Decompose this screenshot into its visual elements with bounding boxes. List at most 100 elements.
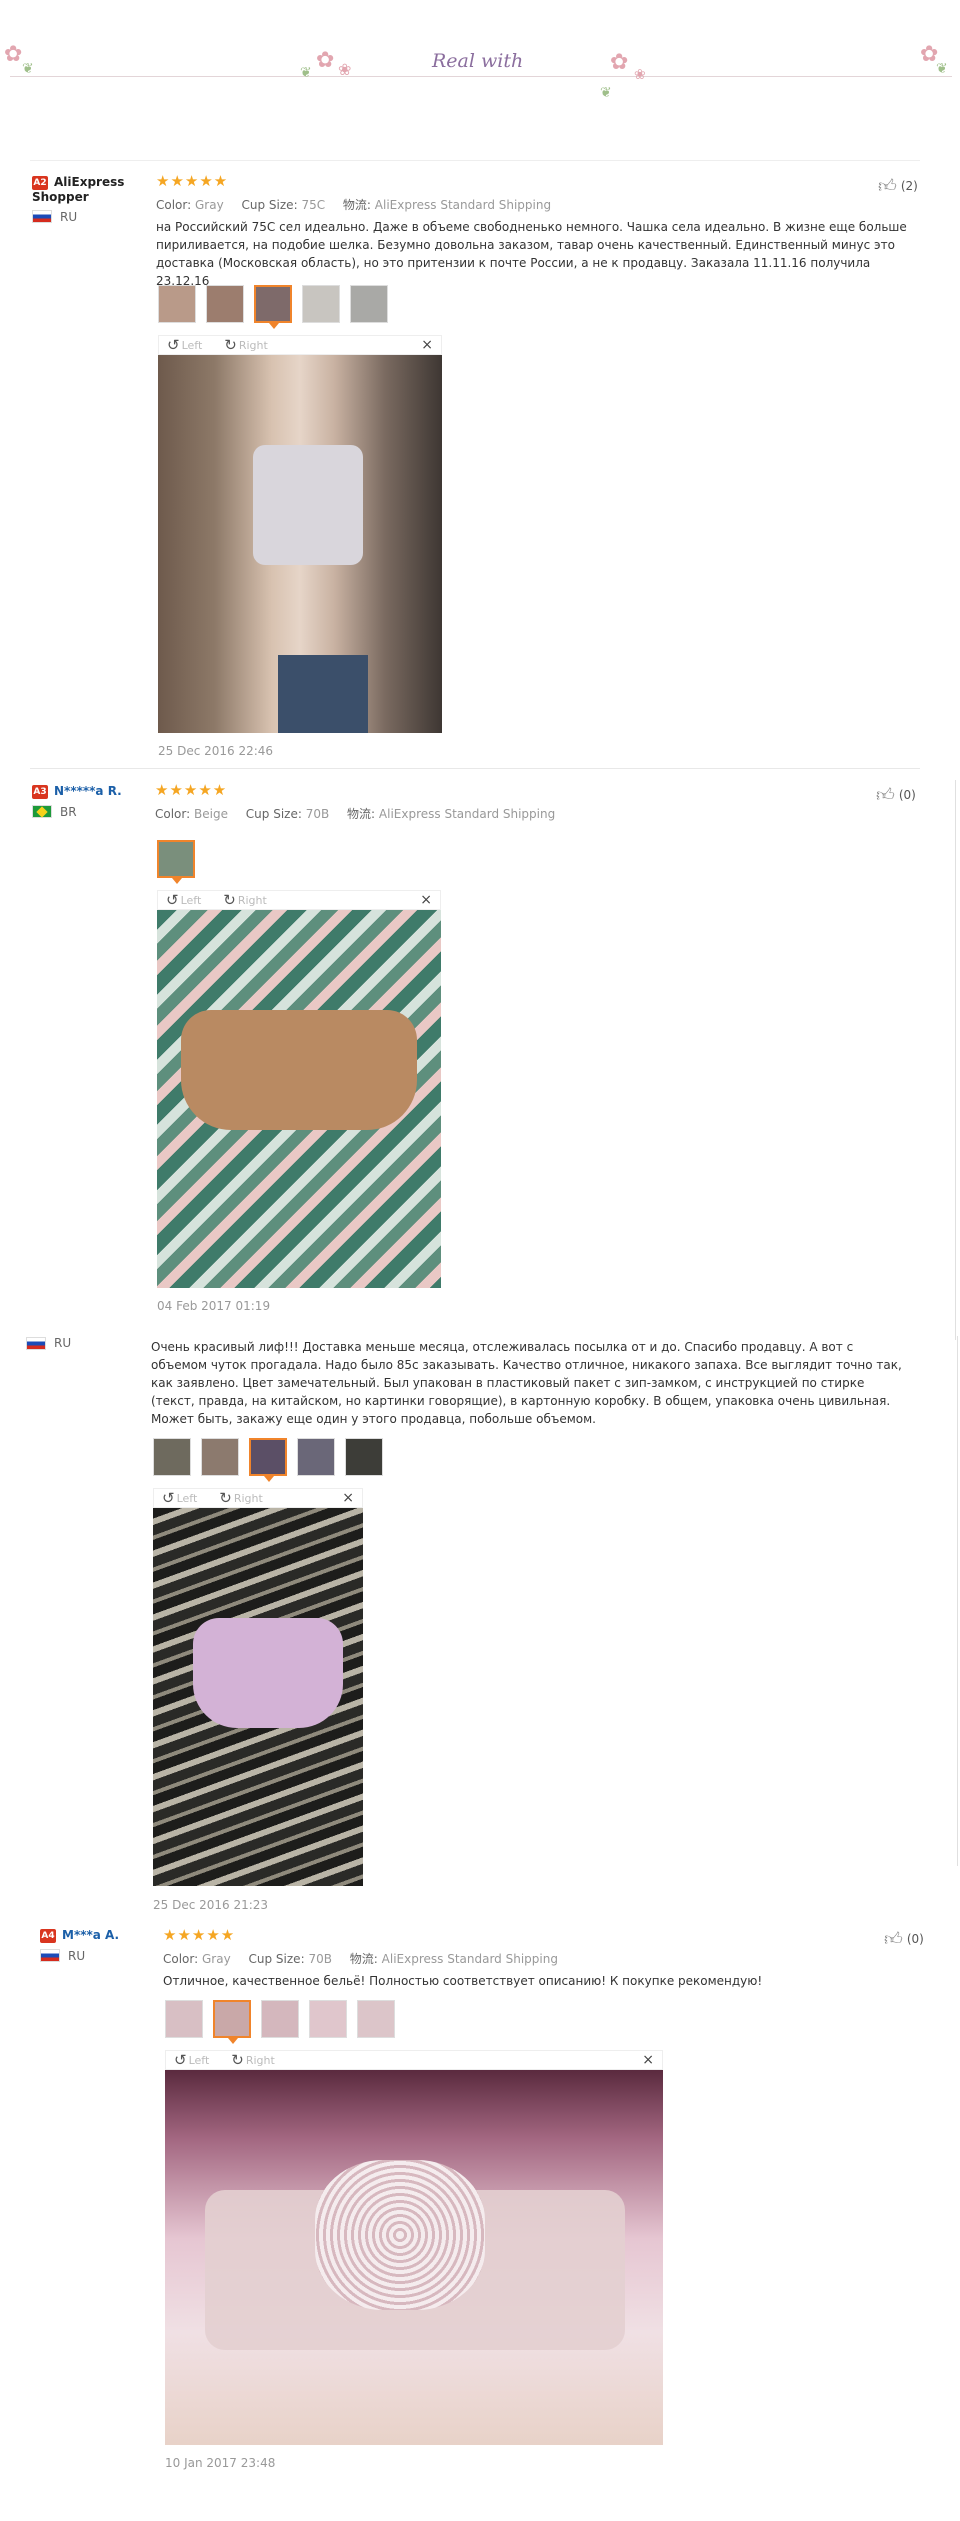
color-value: Beige (194, 807, 228, 821)
review-thumbnail[interactable] (302, 285, 340, 323)
image-viewer-toolbar: ↺ Left ↻ Right × (165, 2050, 663, 2070)
shipping-value: AliExpress Standard Shipping (381, 1952, 558, 1966)
leaf-decoration-icon: ❦ (600, 85, 612, 101)
thumbs-up-icon: 👍︎ (878, 176, 897, 197)
review-text: на Российский 75С сел идеально. Даже в о… (156, 220, 907, 288)
rotate-left-label[interactable]: Left (189, 2054, 210, 2067)
order-attributes: Color: Gray Cup Size: 75C 物流: AliExpress… (156, 196, 551, 213)
review-thumbnails (158, 285, 388, 329)
review-thumbnail-selected[interactable] (249, 1438, 287, 1482)
divider (30, 768, 920, 769)
close-icon[interactable]: × (421, 337, 433, 353)
cup-label: Cup Size: (248, 1952, 305, 1966)
reviewer-country: RU (68, 1948, 86, 1963)
like-count: (0) (898, 788, 916, 802)
shipping-value: AliExpress Standard Shipping (378, 807, 556, 821)
order-attributes: Color: Beige Cup Size: 70B 物流: AliExpres… (155, 805, 555, 822)
review-thumbnail[interactable] (153, 1438, 191, 1476)
close-icon[interactable]: × (642, 2052, 654, 2068)
star-rating: ★★★★★ (163, 1926, 236, 1944)
rotate-right-label[interactable]: Right (239, 339, 268, 352)
rotate-right-icon[interactable]: ↻ (231, 2051, 244, 2069)
leaf-decoration-icon: ❦ (22, 61, 34, 77)
color-label: Color: (156, 198, 192, 212)
rotate-right-icon[interactable]: ↻ (224, 336, 237, 354)
thumbs-up-icon: 👍︎ (884, 1929, 903, 1950)
reviewer-country: RU (54, 1336, 72, 1350)
cup-value: 70B (308, 1952, 332, 1966)
store-logo: Real with (432, 50, 524, 72)
rotate-right-icon[interactable]: ↻ (223, 891, 236, 909)
review-date: 10 Jan 2017 23:48 (165, 2456, 276, 2470)
flower-decoration-icon: ✿ (610, 50, 629, 75)
rotate-right-label[interactable]: Right (234, 1492, 263, 1505)
image-viewer-toolbar: ↺ Left ↻ Right × (158, 335, 442, 355)
like-button[interactable]: 👍︎ (0) (884, 1928, 924, 1950)
rotate-left-label[interactable]: Left (182, 339, 203, 352)
flag-ru-icon (40, 1949, 60, 1962)
reviewer-info: RU (26, 1336, 136, 1350)
rotate-left-icon[interactable]: ↺ (162, 1489, 175, 1507)
rotate-right-label[interactable]: Right (238, 894, 267, 907)
flag-ru-icon (32, 210, 52, 223)
user-level-badge: A3 (32, 784, 48, 799)
like-count: (0) (906, 1932, 924, 1946)
close-icon[interactable]: × (342, 1490, 354, 1506)
photo-jeans (278, 655, 368, 733)
review-thumbnail-selected[interactable] (213, 2000, 251, 2044)
user-level-badge: A2 (32, 175, 48, 190)
shipping-label: 物流: (349, 1952, 378, 1966)
flower-decoration-icon: ❀ (634, 67, 646, 83)
review-thumbnail[interactable] (158, 285, 196, 323)
rotate-right-label[interactable]: Right (246, 2054, 275, 2067)
reviewer-info: A2 AliExpress Shopper RU (32, 175, 142, 224)
review-thumbnail[interactable] (201, 1438, 239, 1476)
reviewer-name[interactable]: M***a A. (62, 1928, 119, 1942)
rotate-left-label[interactable]: Left (181, 894, 202, 907)
cup-value: 70B (305, 807, 330, 821)
review-thumbnail[interactable] (350, 285, 388, 323)
right-border (955, 780, 956, 1340)
close-icon[interactable]: × (420, 892, 432, 908)
photo-garment (193, 1618, 343, 1728)
rotate-right-icon[interactable]: ↻ (219, 1489, 232, 1507)
review-thumbnail[interactable] (261, 2000, 299, 2038)
image-viewer-toolbar: ↺ Left ↻ Right × (157, 890, 441, 910)
review-thumbnail[interactable] (206, 285, 244, 323)
rotate-left-icon[interactable]: ↺ (167, 336, 180, 354)
shipping-label: 物流: (347, 807, 376, 821)
review-thumbnail-selected[interactable] (157, 840, 195, 884)
photo-garment (181, 1010, 417, 1130)
review-thumbnail[interactable] (357, 2000, 395, 2038)
review-date: 25 Dec 2016 22:46 (158, 744, 274, 758)
star-rating: ★★★★★ (155, 781, 228, 799)
rotate-left-label[interactable]: Left (177, 1492, 198, 1505)
like-button[interactable]: 👍︎ (2) (878, 175, 918, 197)
reviewer-country: RU (60, 209, 78, 224)
review-thumbnail[interactable] (309, 2000, 347, 2038)
cup-label: Cup Size: (241, 198, 298, 212)
order-attributes: Color: Gray Cup Size: 70B 物流: AliExpress… (163, 1950, 558, 1967)
cup-value: 75C (301, 198, 326, 212)
reviewer-name[interactable]: N*****a R. (54, 784, 122, 798)
review-thumbnail[interactable] (297, 1438, 335, 1476)
color-label: Color: (155, 807, 191, 821)
rotate-left-icon[interactable]: ↺ (174, 2051, 187, 2069)
leaf-decoration-icon: ❦ (936, 61, 948, 77)
image-viewer-toolbar: ↺ Left ↻ Right × (153, 1488, 363, 1508)
reviewer-info: A3 N*****a R. BR (32, 784, 142, 819)
color-label: Color: (163, 1952, 199, 1966)
like-button[interactable]: 👍︎ (0) (876, 784, 916, 806)
review-thumbnail[interactable] (165, 2000, 203, 2038)
review-thumbnail-selected[interactable] (254, 285, 292, 329)
review-photo (153, 1508, 363, 1886)
review-photo (165, 2070, 663, 2445)
review-text: Очень красивый лиф!!! Доставка меньше ме… (151, 1340, 902, 1426)
review-thumbnail[interactable] (345, 1438, 383, 1476)
flag-ru-icon (26, 1336, 46, 1350)
rotate-left-icon[interactable]: ↺ (166, 891, 179, 909)
review-text: Отличное, качественное бельё! Полностью … (163, 1974, 763, 1988)
review-date: 04 Feb 2017 01:19 (157, 1299, 271, 1313)
review-date: 25 Dec 2016 21:23 (153, 1898, 269, 1912)
review-photo (158, 355, 442, 733)
